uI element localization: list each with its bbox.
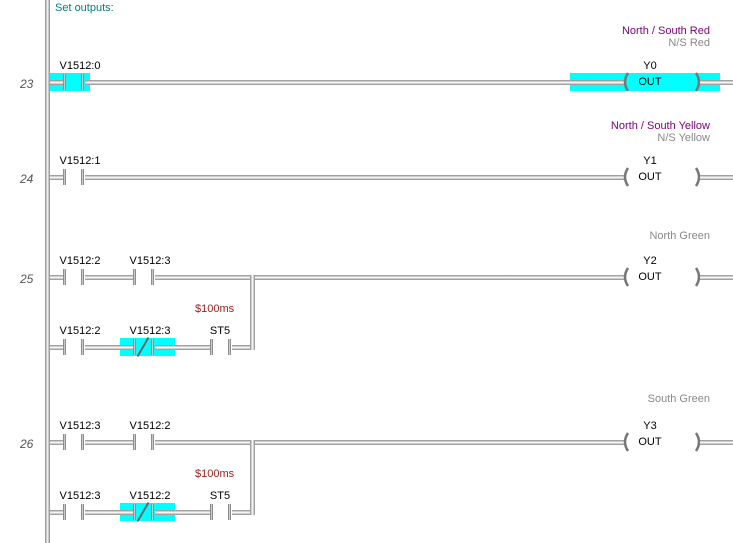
wire bbox=[85, 440, 133, 445]
coil-subtitle: N/S Red bbox=[560, 37, 710, 49]
timer-value: $100ms bbox=[195, 303, 234, 315]
contact-label: V1512:3 bbox=[50, 420, 110, 432]
contact-label: ST5 bbox=[195, 325, 245, 337]
wire bbox=[85, 80, 625, 85]
coil-title: North Green bbox=[560, 230, 710, 242]
timer-value: $100ms bbox=[195, 468, 234, 480]
coil-title: North / South Red bbox=[560, 25, 710, 37]
wire bbox=[155, 510, 210, 515]
contact-label: V1512:2 bbox=[50, 255, 110, 267]
wire bbox=[85, 345, 133, 350]
contact-label: V1512:3 bbox=[50, 490, 110, 502]
contact-label: V1512:3 bbox=[120, 325, 180, 337]
contact-label: V1512:3 bbox=[120, 255, 180, 267]
wire bbox=[700, 440, 733, 445]
wire bbox=[700, 175, 733, 180]
contact-label: ST5 bbox=[195, 490, 245, 502]
contact-label: V1512:2 bbox=[50, 325, 110, 337]
coil-op: OUT bbox=[625, 271, 675, 283]
wire bbox=[85, 510, 133, 515]
wire bbox=[155, 345, 210, 350]
wire bbox=[700, 275, 733, 280]
coil-op: OUT bbox=[625, 436, 675, 448]
wire bbox=[155, 275, 625, 280]
branch-wire bbox=[250, 275, 255, 350]
rung-number-25: 25 bbox=[20, 272, 33, 286]
wire bbox=[700, 80, 733, 85]
wire bbox=[232, 510, 252, 515]
contact-label: V1512:2 bbox=[120, 420, 180, 432]
coil-comment-r25: North Green bbox=[560, 230, 710, 242]
wire bbox=[85, 175, 625, 180]
contact-label: V1512:2 bbox=[120, 490, 180, 502]
contact-label: V1512:1 bbox=[50, 155, 110, 167]
wire bbox=[232, 345, 252, 350]
contact-label: V1512:0 bbox=[50, 60, 110, 72]
rung-number-24: 24 bbox=[20, 172, 33, 186]
coil-op: OUT bbox=[625, 76, 675, 88]
coil-op: OUT bbox=[625, 171, 675, 183]
coil-subtitle: N/S Yellow bbox=[560, 132, 710, 144]
coil-comment-r23: North / South Red N/S Red bbox=[560, 25, 710, 49]
coil-comment-r24: North / South Yellow N/S Yellow bbox=[560, 120, 710, 144]
set-outputs-label: Set outputs: bbox=[55, 2, 114, 14]
wire bbox=[85, 275, 133, 280]
coil-comment-r26: South Green bbox=[560, 393, 710, 405]
coil-title: South Green bbox=[560, 393, 710, 405]
rung-number-23: 23 bbox=[20, 77, 33, 91]
wire bbox=[155, 440, 625, 445]
coil-title: North / South Yellow bbox=[560, 120, 710, 132]
branch-wire bbox=[250, 440, 255, 515]
rung-number-26: 26 bbox=[20, 437, 33, 451]
